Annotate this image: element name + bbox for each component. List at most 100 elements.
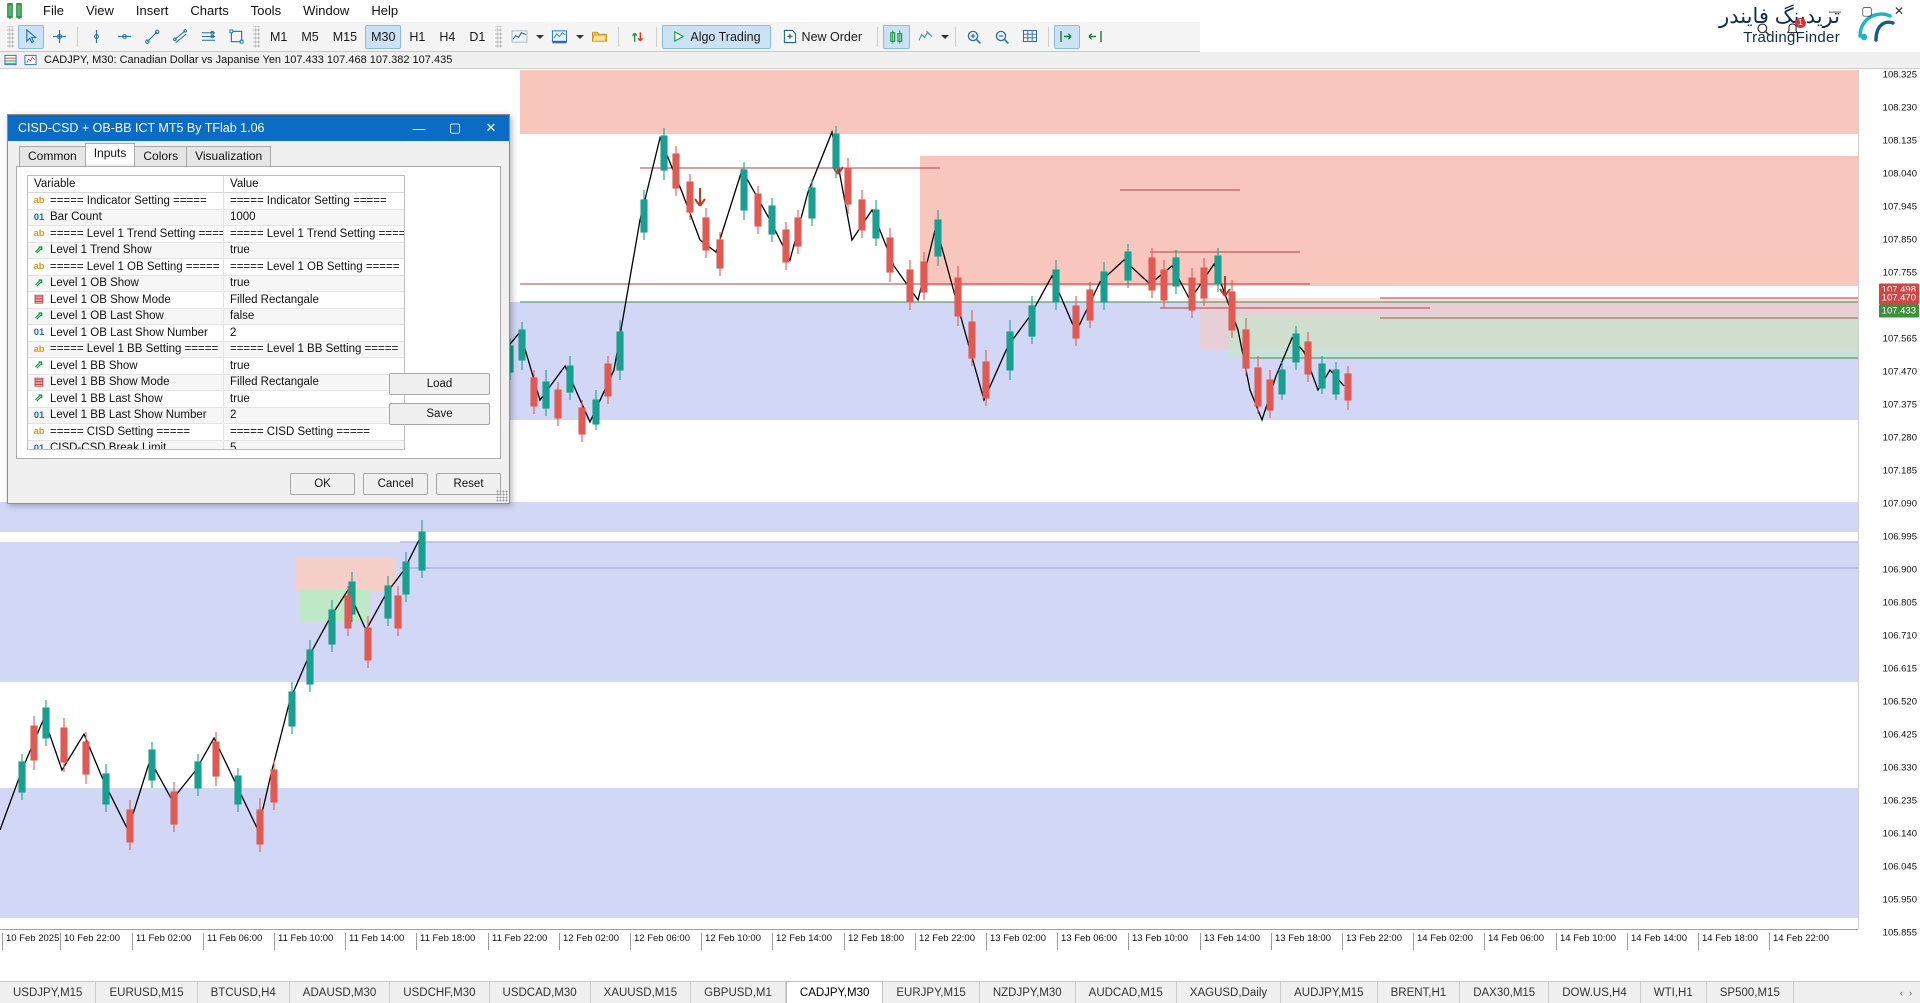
vertical-line-tool-button[interactable] — [83, 25, 109, 49]
table-row[interactable]: 01 Level 1 OB Last Show Number 2 — [28, 325, 404, 342]
table-row[interactable]: ab ===== Level 1 Trend Setting ===== ===… — [28, 226, 404, 243]
param-value[interactable]: ===== CISD Setting ===== — [224, 426, 404, 438]
open-folder-icon[interactable] — [586, 25, 613, 49]
crosshair-tool-button[interactable] — [46, 25, 72, 49]
param-value[interactable]: true — [224, 360, 404, 372]
table-row[interactable]: ab ===== Level 1 OB Setting ===== ===== … — [28, 259, 404, 276]
chart-properties-icon[interactable] — [24, 54, 38, 66]
chart-template-dropdown-caret-icon[interactable] — [574, 25, 585, 49]
chart-tab-wti-h1[interactable]: WTI,H1 — [1641, 982, 1707, 1003]
zoom-out-icon[interactable] — [989, 25, 1015, 49]
table-row[interactable]: ab ===== Level 1 BB Setting ===== ===== … — [28, 342, 404, 359]
chart-template-icon[interactable] — [546, 25, 573, 49]
channel-tool-button[interactable] — [167, 25, 193, 49]
toolbar-grip-3[interactable] — [495, 26, 502, 48]
menu-window[interactable]: Window — [292, 1, 360, 20]
toolbar-grip[interactable] — [7, 26, 14, 48]
chart-tab-audcad-m15[interactable]: AUDCAD,M15 — [1076, 982, 1177, 1003]
chart-tab-usdchf-m30[interactable]: USDCHF,M30 — [390, 982, 489, 1003]
table-row[interactable]: ⇗ Level 1 Trend Show true — [28, 243, 404, 260]
param-value[interactable]: ===== Level 1 OB Setting ===== — [224, 261, 404, 273]
dialog-title-bar[interactable]: CISD-CSD + OB-BB ICT MT5 By TFlab 1.06 —… — [8, 115, 509, 141]
data-window-icon[interactable] — [4, 54, 18, 66]
load-button[interactable]: Load — [389, 373, 490, 395]
table-row[interactable]: ▤ Level 1 OB Show Mode Filled Rectangale — [28, 292, 404, 309]
chart-tab-gbpusd-m1[interactable]: GBPUSD,M1 — [691, 982, 786, 1003]
param-value[interactable]: 5 — [224, 442, 404, 450]
trendline-tool-button[interactable] — [139, 25, 165, 49]
menu-help[interactable]: Help — [360, 1, 409, 20]
indicators-dropdown-caret-icon[interactable] — [534, 25, 545, 49]
window-close-button[interactable]: ✕ — [1884, 2, 1914, 20]
chart-tab-xagusd-daily[interactable]: XAGUSD,Daily — [1177, 982, 1281, 1003]
reset-button[interactable]: Reset — [436, 473, 501, 495]
param-value[interactable]: 1000 — [224, 211, 404, 223]
table-row[interactable]: ab ===== Indicator Setting ===== ===== I… — [28, 193, 404, 210]
notifications-icon[interactable]: 1 — [1785, 22, 1800, 37]
table-row[interactable]: ⇗ Level 1 BB Show true — [28, 358, 404, 375]
param-value[interactable]: Filled Rectangale — [224, 376, 404, 388]
chart-tab-eurjpy-m15[interactable]: EURJPY,M15 — [883, 982, 979, 1003]
param-value[interactable]: 2 — [224, 327, 404, 339]
table-row[interactable]: ⇗ Level 1 BB Last Show true — [28, 391, 404, 408]
table-row[interactable]: ⇗ Level 1 OB Last Show false — [28, 309, 404, 326]
chart-tab-adausd-m30[interactable]: ADAUSD,M30 — [290, 982, 391, 1003]
param-value[interactable]: ===== Indicator Setting ===== — [224, 195, 404, 207]
timeframe-m30-button[interactable]: M30 — [365, 25, 401, 49]
param-value[interactable]: ===== Level 1 BB Setting ===== — [224, 343, 404, 355]
chart-tab-dax30-m15[interactable]: DAX30,M15 — [1460, 982, 1549, 1003]
timeframe-m5-button[interactable]: M5 — [295, 25, 324, 49]
param-value[interactable]: true — [224, 244, 404, 256]
table-row[interactable]: 01 CISD-CSD Break Limit 5 — [28, 441, 404, 451]
menu-insert[interactable]: Insert — [125, 1, 180, 20]
time-axis[interactable]: 10 Feb 2025 10 Feb 22:00 11 Feb 02:00 11… — [0, 929, 1858, 955]
dialog-resize-handle[interactable] — [496, 490, 508, 502]
scroll-right-icon[interactable]: › — [1909, 988, 1912, 998]
tab-colors[interactable]: Colors — [134, 146, 187, 166]
window-minimize-button[interactable]: — — [1820, 2, 1850, 20]
param-value[interactable]: ===== Level 1 Trend Setting ===== — [224, 228, 404, 240]
horizontal-line-tool-button[interactable] — [111, 25, 137, 49]
tab-visualization[interactable]: Visualization — [186, 146, 271, 166]
algo-trading-button[interactable]: Algo Trading — [662, 25, 770, 49]
param-value[interactable]: true — [224, 277, 404, 289]
chart-tab-usdcad-m30[interactable]: USDCAD,M30 — [490, 982, 591, 1003]
chart-tab-cadjpy-m30[interactable]: CADJPY,M30 — [786, 981, 883, 1003]
table-row[interactable]: 01 Bar Count 1000 — [28, 210, 404, 227]
chart-type-dropdown-caret-icon[interactable] — [940, 25, 951, 49]
table-row[interactable]: 01 Level 1 BB Last Show Number 2 — [28, 408, 404, 425]
tab-inputs[interactable]: Inputs — [85, 143, 136, 164]
menu-view[interactable]: View — [75, 1, 125, 20]
menu-file[interactable]: File — [32, 1, 75, 20]
chart-tab-audjpy-m15[interactable]: AUDJPY,M15 — [1281, 982, 1377, 1003]
chart-shift-icon[interactable] — [1082, 25, 1108, 49]
param-value[interactable]: 2 — [224, 409, 404, 421]
market-watch-arrows-icon[interactable] — [624, 25, 651, 49]
fibonacci-tool-button[interactable] — [195, 25, 221, 49]
cancel-button[interactable]: Cancel — [363, 473, 428, 495]
timeframe-h4-button[interactable]: H4 — [433, 25, 461, 49]
chart-tab-dow-us-h4[interactable]: DOW.US,H4 — [1549, 982, 1641, 1003]
indicators-icon[interactable] — [506, 25, 533, 49]
window-maximize-button[interactable]: ▢ — [1852, 2, 1882, 20]
shapes-tool-button[interactable] — [223, 25, 249, 49]
table-row[interactable]: ⇗ Level 1 OB Show true — [28, 276, 404, 293]
toolbar-grip-2[interactable] — [253, 26, 260, 48]
chart-tab-xauusd-m15[interactable]: XAUUSD,M15 — [591, 982, 692, 1003]
zoom-in-icon[interactable] — [961, 25, 987, 49]
candlestick-chart-icon[interactable] — [883, 25, 910, 49]
price-axis[interactable]: 108.325 108.230 108.135 108.040 107.945 … — [1858, 70, 1920, 929]
auto-scroll-icon[interactable] — [1054, 25, 1080, 49]
new-order-button[interactable]: New Order — [773, 25, 872, 49]
save-button[interactable]: Save — [389, 403, 490, 425]
search-icon[interactable] — [1756, 22, 1771, 37]
timeframe-d1-button[interactable]: D1 — [463, 25, 491, 49]
cursor-tool-button[interactable] — [18, 25, 44, 49]
dialog-minimize-button[interactable]: — — [401, 115, 437, 141]
dialog-maximize-button[interactable]: ▢ — [437, 115, 473, 141]
scroll-left-icon[interactable]: ‹ — [1900, 988, 1903, 998]
timeframe-m15-button[interactable]: M15 — [327, 25, 363, 49]
chart-tab-sp500-m15[interactable]: SP500,M15 — [1707, 982, 1794, 1003]
dialog-close-button[interactable]: ✕ — [473, 115, 509, 141]
chart-tab-usdjpy-m15[interactable]: USDJPY,M15 — [0, 982, 96, 1003]
